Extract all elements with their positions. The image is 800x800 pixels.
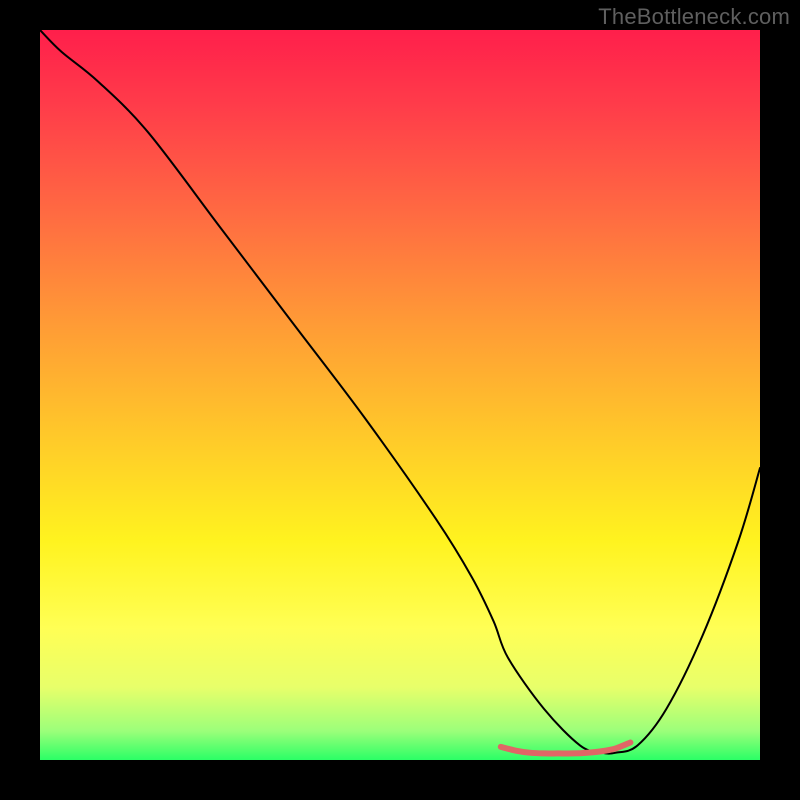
gradient-background [40, 30, 760, 760]
watermark-text: TheBottleneck.com [598, 4, 790, 30]
chart-frame: TheBottleneck.com [0, 0, 800, 800]
chart-svg [40, 30, 760, 760]
plot-area [40, 30, 760, 760]
